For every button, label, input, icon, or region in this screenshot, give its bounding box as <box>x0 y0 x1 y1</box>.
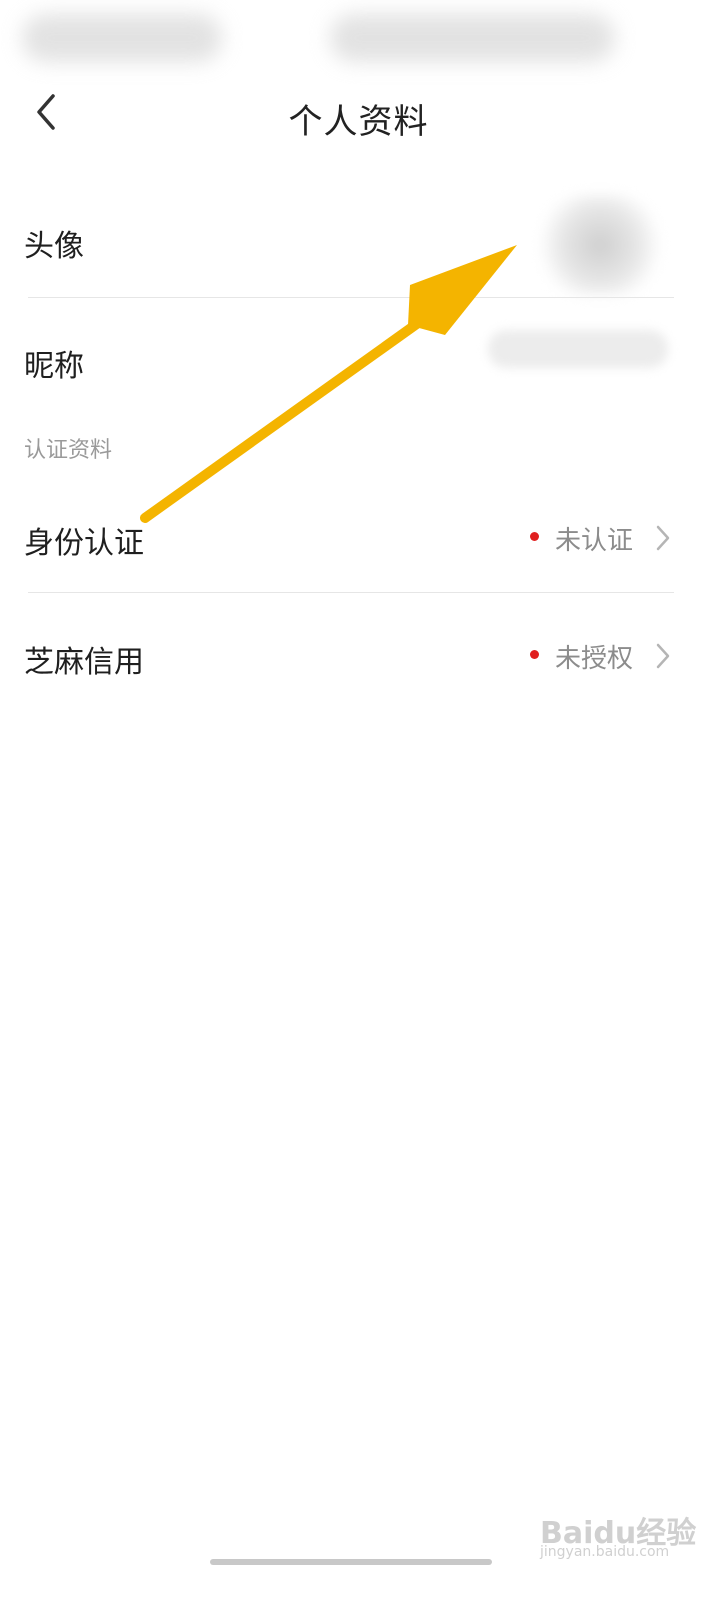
watermark-url: jingyan.baidu.com <box>540 1544 670 1560</box>
annotation-arrow-icon <box>140 245 517 523</box>
home-indicator[interactable] <box>210 1559 492 1565</box>
